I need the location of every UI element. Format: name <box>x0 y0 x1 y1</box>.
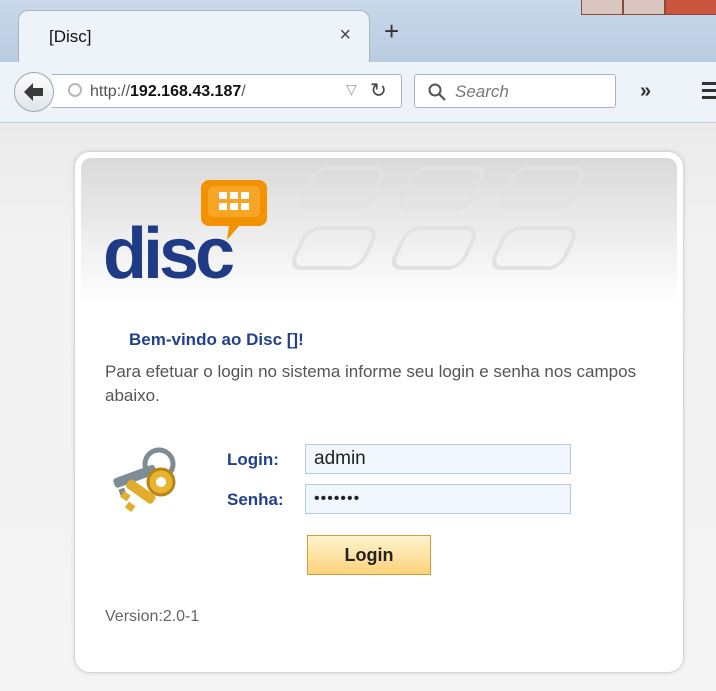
login-field[interactable]: admin <box>305 444 571 474</box>
globe-icon <box>68 83 82 97</box>
reload-icon[interactable]: ↻ <box>370 78 387 103</box>
password-field[interactable]: ••••••• <box>305 484 571 514</box>
tab-close-icon[interactable]: × <box>339 24 351 47</box>
header-banner: disc <box>81 158 677 306</box>
browser-titlebar: [Disc] × + <box>0 0 716 65</box>
search-input[interactable]: Search <box>414 74 616 108</box>
login-label: Login: <box>227 450 279 469</box>
keys-icon <box>113 447 176 512</box>
back-button[interactable] <box>14 72 54 112</box>
url-host: 192.168.43.187 <box>130 83 242 100</box>
url-scheme: http:// <box>90 83 131 100</box>
page-background: disc Bem-vindo ao Disc []! Para efetuar … <box>0 123 716 691</box>
navigation-toolbar: http://192.168.43.187/ ▽ ↻ Search » <box>0 62 716 123</box>
address-bar[interactable]: http://192.168.43.187/ ▽ ↻ <box>52 74 402 108</box>
new-tab-button[interactable]: + <box>384 18 399 44</box>
url-text[interactable]: http://192.168.43.187/ <box>90 83 246 101</box>
maximize-button[interactable] <box>623 0 665 15</box>
url-path: / <box>241 83 246 100</box>
login-card: disc Bem-vindo ao Disc []! Para efetuar … <box>74 151 684 673</box>
welcome-heading: Bem-vindo ao Disc []! <box>129 330 304 349</box>
tab-disc[interactable]: [Disc] × <box>18 10 370 65</box>
minimize-button[interactable] <box>581 0 623 15</box>
history-dropdown-icon[interactable]: ▽ <box>346 81 357 98</box>
login-instructions: Para efetuar o login no sistema informe … <box>105 362 637 405</box>
banner-keypad-watermark <box>291 166 585 270</box>
password-label: Senha: <box>227 490 284 509</box>
search-icon <box>428 83 446 101</box>
overflow-chevron-icon[interactable]: » <box>640 80 651 103</box>
window-controls <box>581 0 716 15</box>
window-close-button[interactable] <box>665 0 716 15</box>
version-label: Version:2.0-1 <box>105 608 200 625</box>
hamburger-menu-icon[interactable] <box>702 82 716 103</box>
tab-title: [Disc] <box>49 27 92 46</box>
disc-logo-bubble-icon <box>201 180 267 240</box>
login-button[interactable]: Login <box>307 535 431 575</box>
search-placeholder: Search <box>455 82 509 101</box>
back-arrow-icon <box>24 83 43 101</box>
